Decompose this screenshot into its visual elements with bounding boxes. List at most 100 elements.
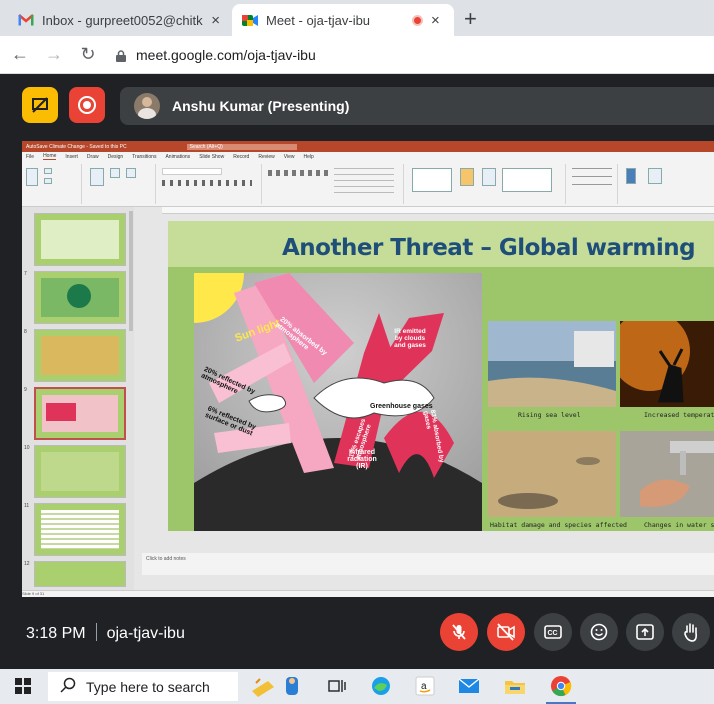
- slide-thumbnail[interactable]: [34, 271, 126, 324]
- slide-thumbnail[interactable]: [34, 503, 126, 556]
- presentation-icon[interactable]: [22, 87, 58, 123]
- browser-tab-strip: Inbox - gurpreet0052@chitkara.e × Meet -…: [0, 0, 714, 36]
- ruler: [162, 207, 714, 214]
- tab-meet[interactable]: Meet - oja-tjav-ibu ×: [232, 4, 454, 36]
- photo-caption: Changes in water supply: [644, 521, 714, 529]
- emoji-icon: [590, 623, 608, 641]
- chrome-icon[interactable]: [550, 675, 572, 697]
- ppt-menu-bar: File Home Insert Draw Design Transitions…: [22, 152, 714, 161]
- shared-powerpoint-window: AutoSave Climate Change - Saved to this …: [22, 141, 714, 597]
- ppt-status-bar: Slide 9 of 31: [22, 590, 714, 597]
- present-icon: [636, 624, 654, 640]
- meeting-info: 3:18 PM oja-tjav-ibu: [26, 623, 185, 643]
- windows-taskbar: Type here to search a: [0, 669, 714, 704]
- ribbon-font: [158, 164, 262, 204]
- reload-button[interactable]: ↻: [74, 41, 102, 69]
- ribbon-voice: [620, 164, 670, 204]
- photo-caption: Habitat damage and species affected: [490, 521, 627, 529]
- meet-icon: [242, 13, 258, 27]
- slide-number: 8: [24, 329, 27, 335]
- search-icon: [60, 677, 76, 696]
- menu-slideshow[interactable]: Slide Show: [199, 154, 224, 160]
- notes-placeholder: Click to add notes: [146, 556, 186, 562]
- new-tab-button[interactable]: +: [464, 6, 477, 32]
- widgets-icon[interactable]: [244, 675, 304, 697]
- forward-button[interactable]: →: [40, 41, 68, 69]
- close-icon[interactable]: ×: [211, 12, 220, 29]
- ppt-ribbon: [22, 161, 714, 207]
- photo-sea-level: [488, 321, 616, 407]
- presenter-name: Anshu Kumar (Presenting): [172, 98, 350, 114]
- slide-thumbnail[interactable]: [34, 213, 126, 266]
- slide-thumbnail[interactable]: [34, 561, 126, 587]
- slide-thumbnail-pane: 7 8 9 10 11 12: [22, 207, 134, 591]
- menu-design[interactable]: Design: [108, 154, 124, 160]
- present-button[interactable]: [626, 613, 664, 651]
- infrared-label: Infrared radiation (IR): [347, 449, 377, 470]
- windows-start-icon[interactable]: [12, 675, 34, 697]
- presenter-bar: Anshu Kumar (Presenting): [120, 87, 714, 125]
- menu-view[interactable]: View: [284, 154, 295, 160]
- ppt-search[interactable]: Search (Alt+Q): [186, 143, 297, 150]
- camera-off-button[interactable]: [487, 613, 525, 651]
- menu-draw[interactable]: Draw: [87, 154, 99, 160]
- photo-caption: Increased temperature: [644, 411, 714, 419]
- camera-off-icon: [497, 623, 515, 641]
- screen: Inbox - gurpreet0052@chitkara.e × Meet -…: [0, 0, 714, 704]
- file-explorer-icon[interactable]: [504, 675, 526, 697]
- mic-off-button[interactable]: [440, 613, 478, 651]
- url-text: meet.google.com/oja-tjav-ibu: [136, 46, 316, 63]
- ppt-title-bar: AutoSave Climate Change - Saved to this …: [22, 141, 714, 152]
- slide-number: 12: [24, 561, 30, 567]
- menu-review[interactable]: Review: [258, 154, 274, 160]
- raise-hand-button[interactable]: [672, 613, 710, 651]
- ribbon-paragraph: [264, 164, 404, 204]
- photo-habitat: [488, 431, 616, 517]
- tab-title: Meet - oja-tjav-ibu: [266, 12, 371, 28]
- taskbar-search-input[interactable]: Type here to search: [48, 672, 238, 701]
- menu-animations[interactable]: Animations: [165, 154, 190, 160]
- photo-water: [620, 431, 714, 517]
- slide-number: 9: [24, 387, 27, 393]
- tab-title: Inbox - gurpreet0052@chitkara.e: [42, 12, 203, 28]
- task-view-icon[interactable]: [326, 675, 348, 697]
- amazon-icon[interactable]: a: [414, 675, 436, 697]
- thumbnail-scrollbar[interactable]: [129, 211, 133, 331]
- ribbon-clipboard: [22, 164, 82, 204]
- slide-number: 7: [24, 271, 27, 277]
- menu-home[interactable]: Home: [43, 153, 57, 160]
- recording-icon: [412, 14, 423, 26]
- record-icon[interactable]: [69, 87, 105, 123]
- mail-icon[interactable]: [458, 675, 480, 697]
- mic-off-icon: [452, 624, 466, 640]
- slide-thumbnail-selected[interactable]: [34, 387, 126, 440]
- back-button[interactable]: ←: [6, 41, 34, 69]
- menu-insert[interactable]: Insert: [65, 154, 78, 160]
- gmail-icon: [18, 13, 34, 27]
- ribbon-drawing: [406, 164, 566, 204]
- menu-transitions[interactable]: Transitions: [132, 154, 156, 160]
- svg-text:CC: CC: [548, 630, 558, 637]
- slide-number: 10: [24, 445, 30, 451]
- slide-number: 11: [24, 503, 30, 509]
- close-icon[interactable]: ×: [431, 12, 440, 29]
- notes-pane[interactable]: Click to add notes: [142, 553, 714, 575]
- slide-thumbnail[interactable]: [34, 445, 126, 498]
- slide-count: Slide 9 of 31: [22, 591, 45, 596]
- tab-gmail[interactable]: Inbox - gurpreet0052@chitkara.e ×: [8, 4, 230, 36]
- captions-button[interactable]: CC: [534, 613, 572, 651]
- menu-record[interactable]: Record: [233, 154, 249, 160]
- search-placeholder: Type here to search: [86, 678, 210, 695]
- menu-file[interactable]: File: [26, 154, 34, 160]
- emoji-button[interactable]: [580, 613, 618, 651]
- slide-title: Another Threat – Global warming: [282, 235, 696, 261]
- greenhouse-diagram: Sun light 20% absorbed by atmosphere 20%…: [194, 273, 482, 531]
- captions-icon: CC: [544, 625, 562, 639]
- svg-text:a: a: [421, 681, 427, 692]
- avatar: [134, 93, 160, 119]
- slide-thumbnail[interactable]: [34, 329, 126, 382]
- url-field[interactable]: meet.google.com/oja-tjav-ibu: [116, 47, 316, 63]
- menu-help[interactable]: Help: [303, 154, 313, 160]
- edge-icon[interactable]: [370, 675, 392, 697]
- meet-control-bar: 3:18 PM oja-tjav-ibu CC: [0, 597, 714, 669]
